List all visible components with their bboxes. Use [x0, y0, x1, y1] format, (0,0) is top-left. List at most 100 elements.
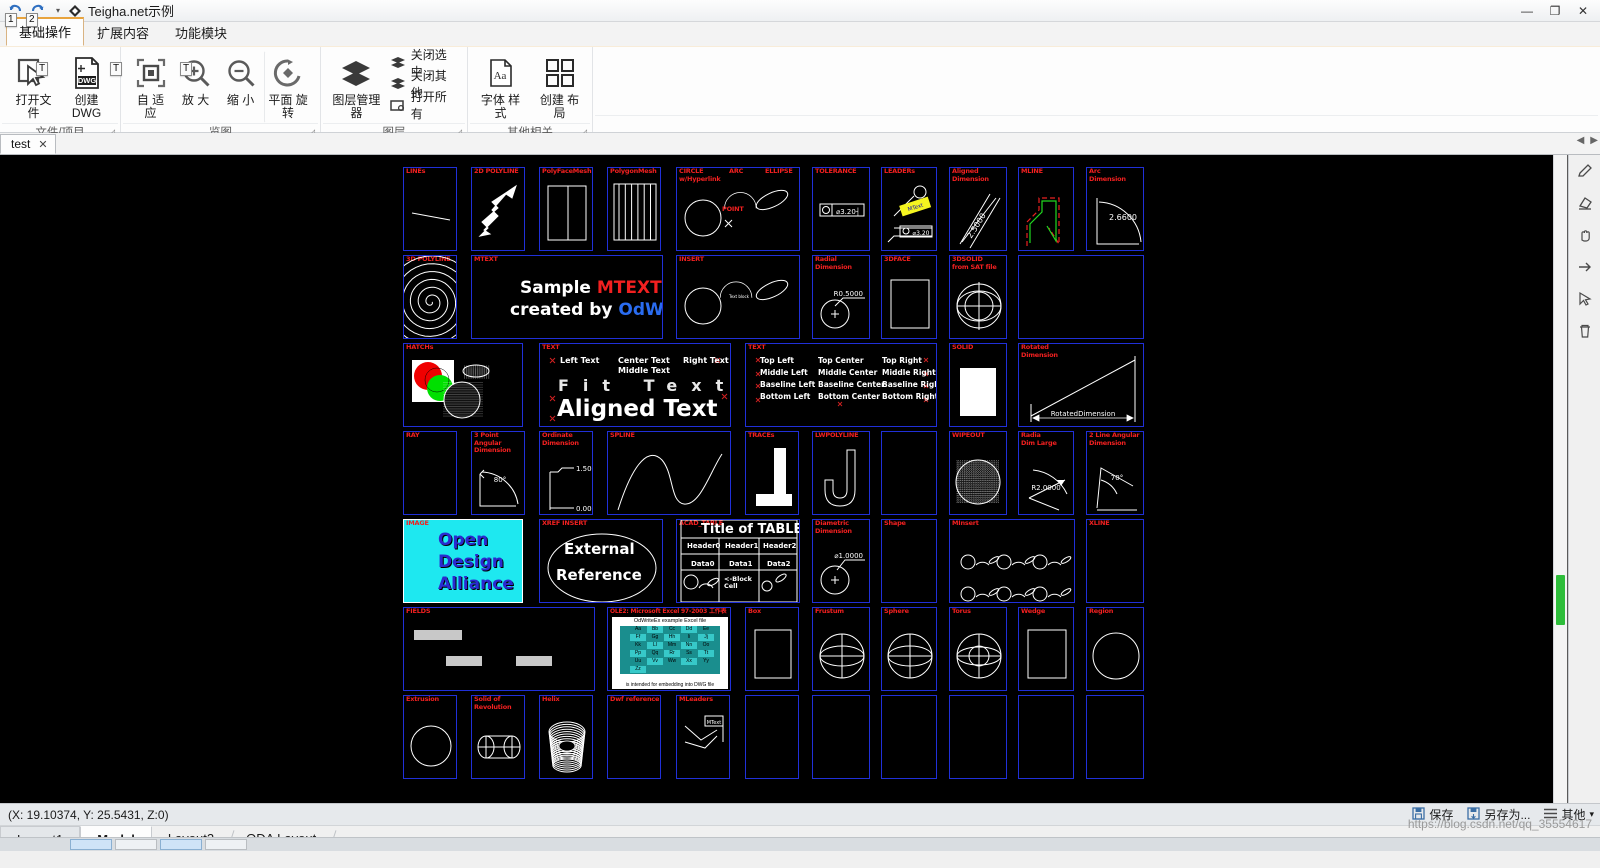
taskbar-item[interactable] — [160, 839, 202, 850]
cad-entity-3-point-angular-dimension[interactable]: 3 Point AngularDimension80° — [471, 431, 525, 515]
arrow-right-icon[interactable] — [1575, 257, 1595, 277]
cad-entity-mtext[interactable]: MTEXTSample MTEXTcreated by OdWriteEx — [471, 255, 663, 339]
zoom-out-label: 缩 小 — [227, 94, 254, 107]
layer-manager-button[interactable]: 图层管理器 — [329, 51, 384, 123]
cad-entity-arc-dimension[interactable]: ArcDimension2.6600 — [1086, 167, 1144, 251]
canvas-vertical-scrollbar[interactable] — [1553, 155, 1567, 803]
cad-entity-polyfacemesh[interactable]: PolyFaceMesh — [539, 167, 593, 251]
cad-entity-radial-dimension[interactable]: RadialDimensionR0.5000 — [812, 255, 870, 339]
cad-entity-diametric-dimension[interactable]: DiametricDimension⌀1.0000 — [812, 519, 870, 603]
cad-entity-geometry — [608, 432, 731, 515]
cad-entity-box[interactable]: Box — [745, 607, 799, 691]
cad-entity-rotated-dimension[interactable]: RotatedDimensionRotatedDimension — [1018, 343, 1144, 427]
cad-entity-radia-dim-large[interactable]: RadiaDim LargeR2.0000 — [1018, 431, 1074, 515]
minimize-button[interactable]: — — [1514, 1, 1540, 21]
customize-qat-caret[interactable]: ▾ — [52, 6, 64, 15]
cad-entity-frustum[interactable]: Frustum — [812, 607, 870, 691]
cad-entity-xline[interactable]: XLINE — [1086, 519, 1144, 603]
orbit-rotate-button[interactable]: 平面 旋转 — [264, 51, 312, 123]
ole-embedded-object[interactable]: OdWriteEx example Excel fileAaBbCcDdEeFf… — [612, 617, 728, 689]
document-tab-test[interactable]: test ✕ — [0, 134, 56, 154]
cad-entity-geometry: RotatedDimension — [1019, 344, 1144, 427]
taskbar-item[interactable] — [205, 839, 247, 850]
cad-entity-dwf-reference[interactable]: Dwf reference — [607, 695, 661, 779]
cad-entity-polygonmesh[interactable]: PolygonMesh — [607, 167, 661, 251]
cursor-select-icon[interactable] — [1575, 289, 1595, 309]
cad-entity-lwpolyline[interactable]: LWPOLYLINE — [812, 431, 870, 515]
cad-entity-3dface[interactable]: 3DFACE — [881, 255, 937, 339]
ribbon-tab-modules[interactable]: 功能模块 — [162, 19, 240, 46]
taskbar-item[interactable] — [115, 839, 157, 850]
edit-pencil-icon[interactable] — [1575, 161, 1595, 181]
cad-entity-hatchs[interactable]: HATCHs — [403, 343, 523, 427]
cad-entity-torus[interactable]: Torus — [949, 607, 1007, 691]
cad-entity-text-alignment-row[interactable]: TEXTLeft TextCenter TextRight TextMiddle… — [539, 343, 731, 427]
trash-icon[interactable] — [1575, 321, 1595, 341]
cad-entity-r7i[interactable] — [949, 695, 1007, 779]
cad-entity-sphere[interactable]: Sphere — [881, 607, 937, 691]
cad-entity-insert[interactable]: INSERTText block — [676, 255, 800, 339]
cad-entity-aligned-dimension[interactable]: AlignedDimension2.5000 — [949, 167, 1007, 251]
cad-entity-2-line-angular-dimension[interactable]: 2 Line AngularDimension70° — [1086, 431, 1144, 515]
cad-entity-acad-table[interactable]: ACAD_TABLETitle of TABLEHeader0Header1He… — [676, 519, 800, 603]
os-taskbar — [0, 837, 1600, 851]
canvas-scroll-thumb[interactable] — [1556, 575, 1565, 625]
tab-scroll-left-button[interactable]: ◀ — [1577, 135, 1585, 146]
cad-entity-circle-w-hyperlink[interactable]: CIRCLEw/HyperlinkARCELLIPSEPOINT — [676, 167, 800, 251]
layer-on-all-button[interactable]: 打开所有 — [386, 95, 459, 115]
zoom-out-button[interactable]: 缩 小 — [219, 51, 262, 110]
restore-button[interactable]: ❐ — [1542, 1, 1568, 21]
close-button[interactable]: ✕ — [1570, 1, 1596, 21]
cad-entity-solid[interactable]: SOLID — [949, 343, 1007, 427]
cad-entity-minsert[interactable]: MInsert — [949, 519, 1075, 603]
create-layout-button[interactable]: 创建 布局 — [535, 51, 584, 123]
ribbon-tab-basic[interactable]: 基础操作 — [6, 17, 84, 46]
text-align-cell: Baseline Left — [760, 380, 815, 389]
cad-entity-3dsolid-from-sat-file[interactable]: 3DSOLIDfrom SAT file — [949, 255, 1007, 339]
create-dwg-button[interactable]: DWG 创建 DWG — [61, 51, 112, 123]
zoom-in-button[interactable]: 放 大 — [174, 51, 217, 110]
cad-entity-image[interactable]: IMAGEOpenDesignAlliance — [403, 519, 523, 603]
cad-entity-r7g[interactable] — [812, 695, 870, 779]
cad-entity-r7h[interactable] — [881, 695, 937, 779]
cad-entity-helix[interactable]: Helix — [539, 695, 593, 779]
tab-scroll-right-button[interactable]: ▶ — [1590, 135, 1598, 146]
cad-entity-xref-insert[interactable]: XREF INSERTExternalReference — [539, 519, 663, 603]
cad-entity-r7j[interactable] — [1018, 695, 1074, 779]
cad-drawing-canvas[interactable]: LINEs 2D POLYLINE PolyFaceMesh PolygonMesh C… — [0, 155, 1568, 803]
cad-entity-mleaders[interactable]: MLeadersMText — [676, 695, 730, 779]
cad-entity-2d-polyline[interactable]: 2D POLYLINE — [471, 167, 525, 251]
cad-entity-tolerance[interactable]: TOLERANCE⌀3.20┤ — [812, 167, 870, 251]
cad-entity-leaders[interactable]: LEADERsMText⌀3.20 — [881, 167, 937, 251]
cad-entity-r4e[interactable] — [881, 431, 937, 515]
cad-entity-shape[interactable]: Shape — [881, 519, 937, 603]
cad-entity-r7k[interactable] — [1086, 695, 1144, 779]
cad-entity-ray[interactable]: RAY — [403, 431, 457, 515]
cad-entity-wedge[interactable]: Wedge — [1018, 607, 1074, 691]
cad-entity-spline[interactable]: SPLINE — [607, 431, 731, 515]
cad-entity-traces[interactable]: TRACEs — [745, 431, 799, 515]
close-icon[interactable]: ✕ — [38, 138, 47, 151]
cad-entity-fields[interactable]: FIELDS — [403, 607, 595, 691]
cad-entity-region[interactable]: Region — [1086, 607, 1144, 691]
ribbon-tab-extended[interactable]: 扩展内容 — [84, 19, 162, 46]
taskbar-item[interactable] — [70, 839, 112, 850]
cad-entity-r7f[interactable] — [745, 695, 799, 779]
text-style-button[interactable]: Aa 字体 样式 — [476, 51, 525, 123]
cad-entity-mline[interactable]: MLINE — [1018, 167, 1074, 251]
cad-entity-ole2-excel[interactable]: OLE2: Microsoft Excel 97-2003 工作表OdWrite… — [607, 607, 731, 691]
cad-entity-3d-polyline[interactable]: 3D POLYLINE — [403, 255, 457, 339]
cad-entity-ordinate-dimension[interactable]: OrdinateDimension1.50000.0000 — [539, 431, 593, 515]
ole-cell: Tt — [698, 650, 714, 657]
cad-entity-r2e[interactable] — [1018, 255, 1144, 339]
open-file-button[interactable]: 打开文件 — [8, 51, 59, 123]
zoom-extents-button[interactable]: 自 适 应 — [129, 51, 172, 123]
cad-entity-extrusion[interactable]: Extrusion — [403, 695, 457, 779]
eraser-icon[interactable] — [1575, 193, 1595, 213]
pan-hand-icon[interactable] — [1575, 225, 1595, 245]
cad-entity-lines[interactable]: LINEs — [403, 167, 457, 251]
cad-entity-wipeout[interactable]: WIPEOUT — [949, 431, 1007, 515]
cad-entity-text-alignment-grid[interactable]: TEXTTop LeftTop CenterTop RightMiddle Le… — [745, 343, 937, 427]
cad-entity-solid-of-revolution[interactable]: Solid ofRevolution — [471, 695, 525, 779]
group-items-other: Aa 字体 样式 创建 布局 — [470, 47, 590, 123]
